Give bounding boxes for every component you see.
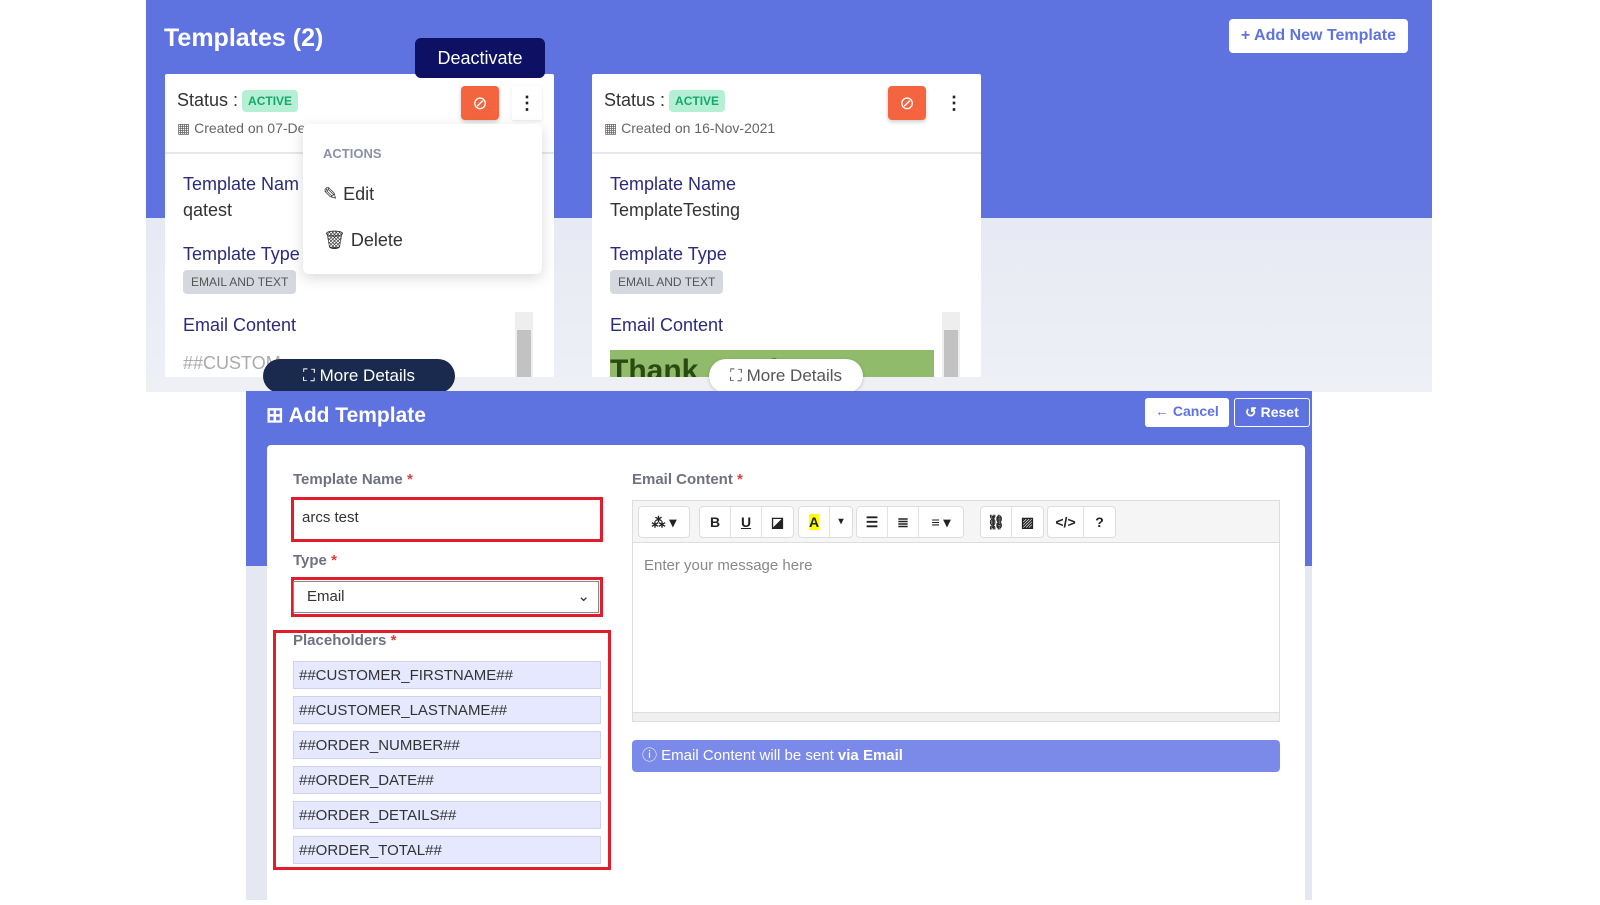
status-row: Status : ACTIVE bbox=[604, 90, 726, 113]
add-new-template-button[interactable]: + Add New Template bbox=[1228, 19, 1408, 53]
calendar-icon: ▦ bbox=[177, 120, 195, 136]
status-badge: ACTIVE bbox=[242, 90, 299, 113]
bold-icon[interactable]: B bbox=[700, 507, 731, 537]
bullet-list-icon[interactable]: ☰ bbox=[857, 507, 888, 537]
color-dropdown-icon[interactable]: ▾ bbox=[830, 507, 852, 537]
status-label: Status : bbox=[177, 90, 239, 110]
align-icon[interactable]: ≡ ▾ bbox=[919, 507, 963, 537]
cancel-button[interactable]: ← Cancel bbox=[1145, 398, 1229, 427]
underline-icon[interactable]: U bbox=[731, 507, 762, 537]
template-type-label: Template Type bbox=[610, 244, 727, 264]
email-content-label: Email Content bbox=[183, 315, 297, 335]
status-label: Status : bbox=[604, 90, 666, 110]
created-text: Created on 16-Nov-2021 bbox=[621, 120, 776, 136]
expand-icon: ⛶ bbox=[302, 366, 320, 385]
eraser-icon[interactable]: ◪ bbox=[762, 507, 793, 537]
deactivate-button[interactable]: ⊘ bbox=[888, 86, 926, 120]
status-badge: ACTIVE bbox=[669, 90, 726, 113]
chevron-down-icon: ⌄ bbox=[577, 588, 590, 605]
title-text: Add Template bbox=[288, 404, 426, 427]
more-details-button[interactable]: ⛶ More Details bbox=[709, 359, 863, 392]
undo-icon: ↺ bbox=[1245, 404, 1261, 420]
more-details-button[interactable]: ⛶ More Details bbox=[263, 359, 455, 392]
image-icon[interactable]: ▨ bbox=[1012, 507, 1043, 537]
ban-icon: ⊘ bbox=[472, 93, 488, 113]
status-row: Status : ACTIVE bbox=[177, 90, 299, 113]
expand-icon: ⛶ bbox=[729, 366, 747, 385]
link-icon[interactable]: ⛓ bbox=[981, 507, 1012, 537]
type-select[interactable]: Email ⌄ bbox=[293, 581, 599, 613]
placeholder-item[interactable]: ##CUSTOMER_FIRSTNAME## bbox=[293, 661, 601, 689]
scrollbar[interactable] bbox=[515, 312, 533, 377]
template-name-input[interactable]: arcs test bbox=[293, 502, 599, 536]
reset-label: Reset bbox=[1260, 404, 1299, 420]
kebab-icon: ⋮ bbox=[518, 93, 536, 113]
numbered-list-icon[interactable]: ≣ bbox=[888, 507, 919, 537]
created-date: ▦ Created on 16-Nov-2021 bbox=[604, 120, 775, 137]
placeholders-label: Placeholders * bbox=[293, 632, 397, 649]
type-label: Type * bbox=[293, 552, 337, 569]
template-card: Status : ACTIVE ▦ Created on 16-Nov-2021 … bbox=[592, 74, 981, 377]
placeholder-item[interactable]: ##ORDER_NUMBER## bbox=[293, 731, 601, 759]
deactivate-button[interactable]: ⊘ bbox=[461, 86, 499, 120]
template-name-label: Template Name * bbox=[293, 471, 413, 488]
placeholder-item[interactable]: ##ORDER_DETAILS## bbox=[293, 801, 601, 829]
actions-menu: ACTIONS ✎ Edit 🗑 Delete bbox=[303, 124, 542, 274]
placeholder-item[interactable]: ##ORDER_TOTAL## bbox=[293, 836, 601, 864]
email-content-input[interactable]: Enter your message here bbox=[644, 557, 812, 574]
menu-item-label: Delete bbox=[350, 230, 403, 250]
template-name-value: qatest bbox=[183, 200, 233, 220]
info-icon: ⓘ bbox=[642, 747, 662, 764]
kebab-icon: ⋮ bbox=[945, 93, 963, 113]
code-view-icon[interactable]: </> bbox=[1048, 507, 1084, 537]
placeholder-item[interactable]: ##CUSTOMER_LASTNAME## bbox=[293, 696, 601, 724]
highlight-color-icon[interactable]: A bbox=[799, 507, 830, 537]
add-template-panel: ⊞ Add Template ← Cancel ↺ Reset Template… bbox=[246, 391, 1312, 905]
placeholder-item[interactable]: ##ORDER_DATE## bbox=[293, 766, 601, 794]
add-template-title: ⊞ Add Template bbox=[266, 403, 426, 428]
menu-item-label: Edit bbox=[343, 184, 375, 204]
help-icon[interactable]: ? bbox=[1084, 507, 1115, 537]
calendar-icon: ▦ bbox=[604, 120, 622, 136]
arrow-left-icon: ← bbox=[1155, 403, 1173, 419]
editor-toolbar: ⁂ ▾ B U ◪ A ▾ ☰ ≣ ≡ ▾ ⛓ ▨ </>? bbox=[633, 501, 1279, 543]
style-magic-wand-icon[interactable]: ⁂ ▾ bbox=[639, 507, 689, 537]
more-options-button[interactable]: ⋮ bbox=[939, 86, 969, 120]
created-date: ▦ Created on 07-De bbox=[177, 120, 305, 137]
menu-item-delete[interactable]: 🗑 Delete bbox=[323, 230, 403, 251]
trash-icon: 🗑 bbox=[323, 230, 351, 250]
created-text: Created on 07-De bbox=[194, 120, 306, 136]
more-options-button[interactable]: ⋮ bbox=[512, 86, 542, 120]
resize-handle[interactable] bbox=[633, 712, 1279, 721]
divider bbox=[592, 152, 981, 154]
info-bold-text: via Email bbox=[837, 747, 903, 764]
edit-icon: ✎ bbox=[323, 184, 344, 204]
template-name-value: TemplateTesting bbox=[610, 200, 741, 220]
deactivate-tooltip: Deactivate bbox=[415, 38, 545, 78]
more-details-label: More Details bbox=[319, 366, 416, 385]
plus-square-icon: ⊞ bbox=[266, 404, 289, 427]
ban-icon: ⊘ bbox=[899, 93, 915, 113]
template-name-label: Template Nam bbox=[183, 174, 300, 194]
email-content-label: Email Content * bbox=[632, 471, 743, 488]
template-form: Template Name * arcs test Type * Email ⌄ … bbox=[267, 445, 1305, 905]
email-content-label: Email Content bbox=[610, 315, 724, 335]
scrollbar[interactable] bbox=[942, 312, 960, 377]
templates-panel: Templates (2) + Add New Template Status … bbox=[146, 0, 1432, 392]
template-name-label: Template Name bbox=[610, 174, 737, 194]
type-value: Email bbox=[307, 588, 345, 605]
page-title: Templates (2) bbox=[164, 24, 324, 52]
rich-text-editor: ⁂ ▾ B U ◪ A ▾ ☰ ≣ ≡ ▾ ⛓ ▨ </>? Enter your mess… bbox=[632, 500, 1280, 722]
actions-heading: ACTIONS bbox=[323, 146, 382, 161]
more-details-label: More Details bbox=[746, 366, 843, 385]
info-alert: ⓘ Email Content will be sent via Email bbox=[632, 740, 1280, 772]
info-text: Email Content will be sent bbox=[661, 747, 838, 764]
reset-button[interactable]: ↺ Reset bbox=[1234, 398, 1310, 427]
menu-item-edit[interactable]: ✎ Edit bbox=[323, 184, 374, 205]
template-type-badge: EMAIL AND TEXT bbox=[610, 270, 724, 294]
cancel-label: Cancel bbox=[1172, 403, 1219, 419]
template-type-badge: EMAIL AND TEXT bbox=[183, 270, 297, 294]
template-type-label: Template Type bbox=[183, 244, 300, 264]
